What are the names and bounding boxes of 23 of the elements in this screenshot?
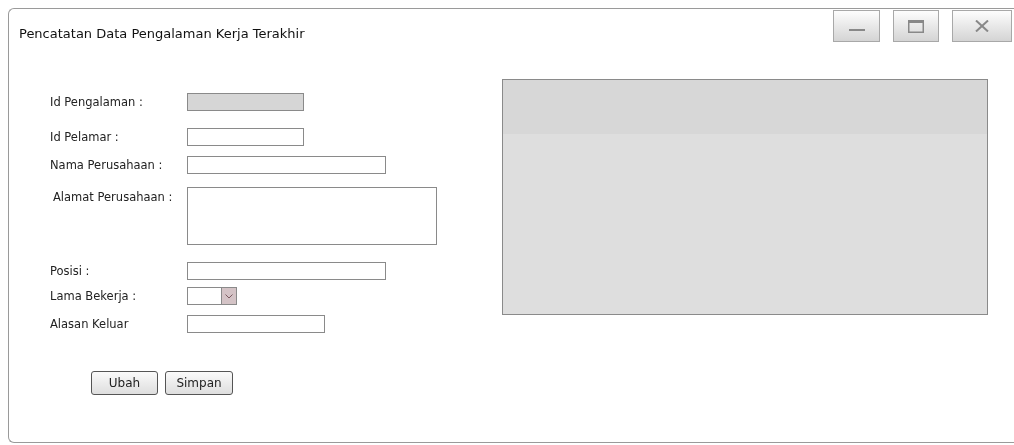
- maximize-button[interactable]: [893, 10, 939, 42]
- action-button[interactable]: Ubah: [91, 371, 158, 395]
- field-label: Nama Perusahaan :: [50, 157, 164, 174]
- field-label: Id Pelamar :: [50, 129, 120, 146]
- text-field[interactable]: [187, 128, 304, 146]
- field-label: Id Pengalaman :: [50, 94, 144, 111]
- window-title: Pencatatan Data Pengalaman Kerja Terakhir: [18, 25, 306, 43]
- field-label: Alamat Perusahaan :: [52, 189, 174, 206]
- minimize-icon: [848, 29, 865, 32]
- text-field[interactable]: [187, 315, 325, 333]
- close-button[interactable]: [952, 10, 1012, 42]
- action-button[interactable]: Simpan: [165, 371, 233, 395]
- field-label: Posisi :: [50, 263, 91, 280]
- maximize-icon: [908, 19, 924, 33]
- field-label: Lama Bekerja :: [50, 288, 138, 305]
- dropdown[interactable]: [187, 287, 237, 305]
- text-field[interactable]: [187, 156, 386, 174]
- field-label: Alasan Keluar: [50, 316, 130, 333]
- minimize-button[interactable]: [833, 10, 880, 42]
- text-field[interactable]: [187, 262, 386, 280]
- chevron-down-icon: [225, 293, 233, 299]
- close-icon: [975, 20, 989, 32]
- text-area[interactable]: [187, 187, 437, 245]
